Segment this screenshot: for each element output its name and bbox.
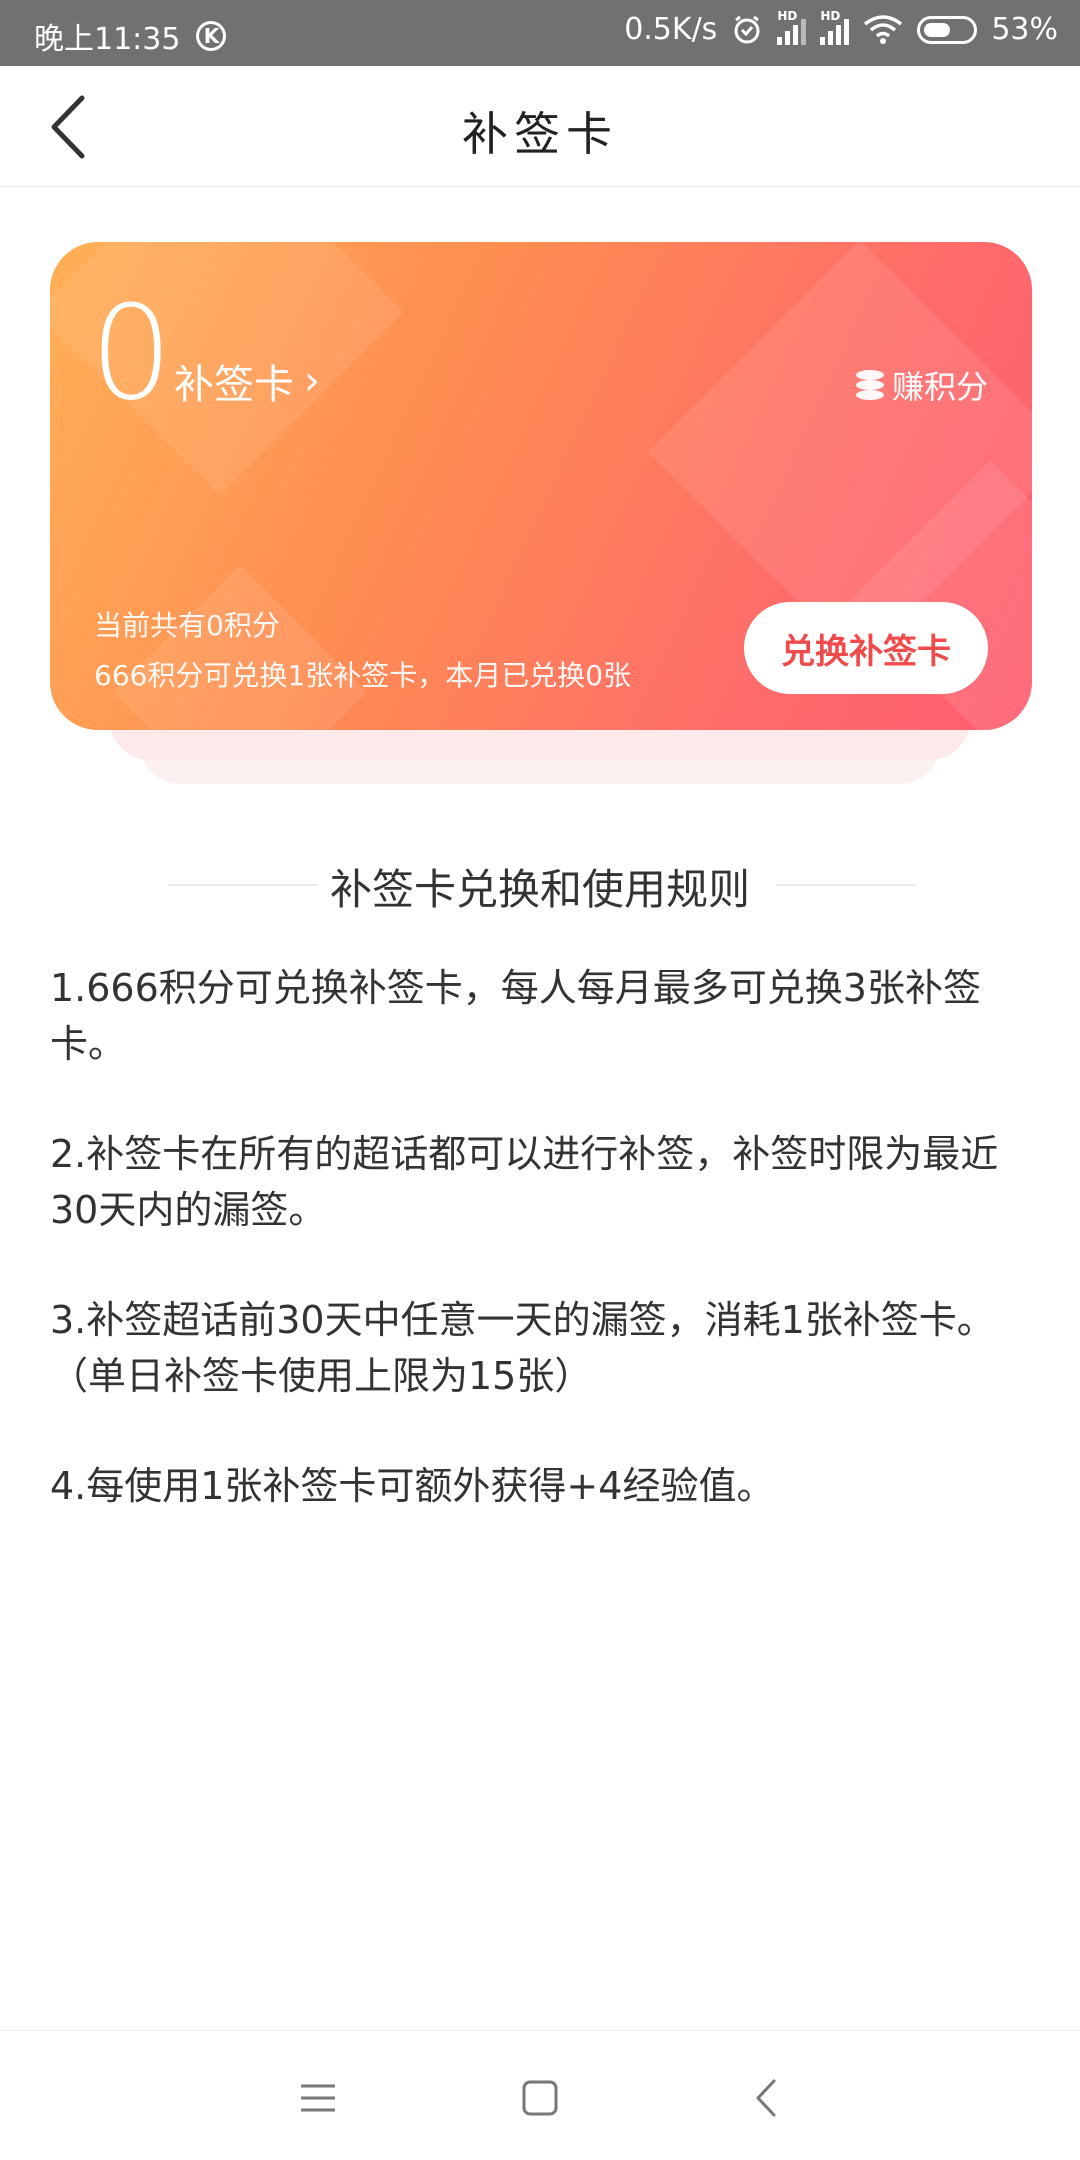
rule-item: 4.每使用1张补签卡可额外获得+4经验值。: [50, 1464, 775, 1508]
status-bar: 晚上11:35 K 0.5K/s HD HD 53%: [0, 0, 1080, 66]
page-title: 补签卡: [462, 107, 618, 161]
app-header: 补签卡: [0, 66, 1080, 187]
alarm-icon: [734, 15, 760, 43]
rule-item: 1.666积分可兑换补签卡，每人每月最多可兑换3张补签卡。: [50, 966, 981, 1066]
rule-item: 3.补签超话前30天中任意一天的漏签，消耗1张补签卡。（单日补签卡使用上限为15…: [50, 1298, 995, 1398]
status-right: 0.5K/s HD HD 53%: [624, 9, 1058, 48]
chevron-right-icon: ›: [304, 358, 320, 404]
status-left: 晚上11:35 K: [34, 14, 227, 58]
card-link-label: 补签卡: [174, 362, 294, 408]
signal-icon-1: HD: [777, 9, 807, 45]
earn-points-link[interactable]: 赚积分: [855, 362, 988, 408]
home-square-icon[interactable]: [515, 2073, 565, 2123]
points-info: 当前共有0积分: [94, 609, 280, 642]
k-app-icon: K: [196, 21, 227, 51]
nav-back-icon[interactable]: [742, 2073, 792, 2123]
earn-points-label: 赚积分: [891, 368, 988, 406]
menu-icon[interactable]: [293, 2073, 343, 2123]
signal-icon-2: HD: [820, 9, 850, 45]
battery-icon: [917, 15, 978, 44]
makeup-card-panel: 0 补签卡 › 赚积分 当前共有0积分 666积分可兑换1张补签卡，本月已兑换0…: [50, 242, 1032, 730]
wifi-icon: [864, 14, 903, 44]
system-nav-bar: [0, 2030, 1080, 2160]
rules-heading: 补签卡兑换和使用规则: [0, 850, 1080, 920]
exchange-info: 666积分可兑换1张补签卡，本月已兑换0张: [94, 659, 632, 692]
rule-item: 2.补签卡在所有的超话都可以进行补签，补签时限为最近30天内的漏签。: [50, 1132, 999, 1232]
status-time: 晚上11:35: [34, 22, 181, 57]
battery-percent: 53%: [991, 12, 1058, 47]
card-decoration: [112, 564, 368, 730]
card-count: 0: [90, 277, 173, 429]
network-speed: 0.5K/s: [624, 12, 718, 47]
card-detail-link[interactable]: 补签卡 ›: [174, 352, 320, 410]
rules-title: 补签卡兑换和使用规则: [329, 865, 750, 914]
rules-list: 1.666积分可兑换补签卡，每人每月最多可兑换3张补签卡。 2.补签卡在所有的超…: [50, 960, 1030, 1568]
page: 晚上11:35 K 0.5K/s HD HD 53% 补签卡 0 补签卡 › 赚…: [0, 0, 1080, 2160]
exchange-card-button[interactable]: 兑换补签卡: [744, 602, 988, 694]
coin-stack-icon: [855, 370, 884, 400]
